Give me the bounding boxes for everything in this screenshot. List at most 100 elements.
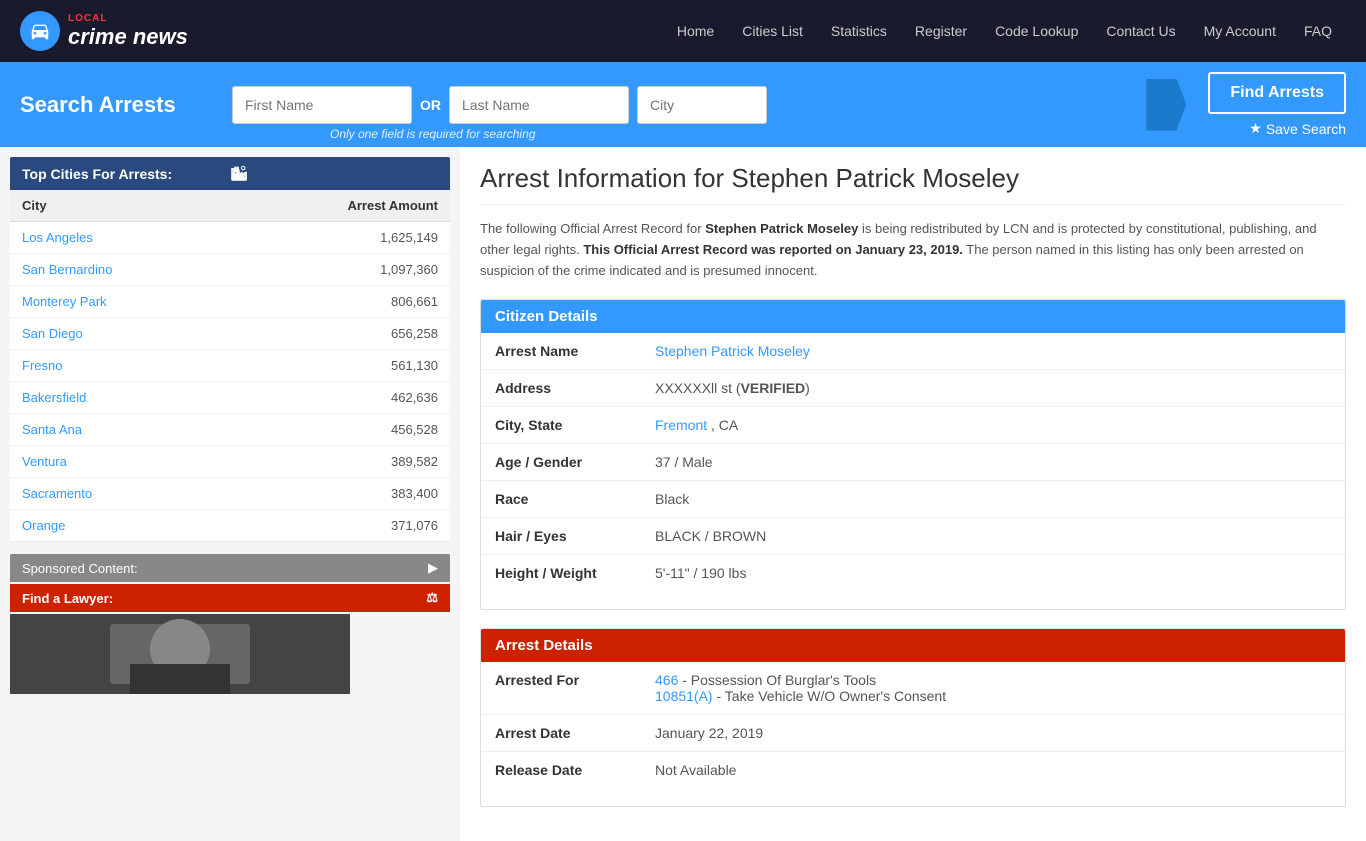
city-skyline-icon: 🏙 xyxy=(230,165,438,182)
play-icon: ▶ xyxy=(428,560,438,576)
city-link[interactable]: Orange xyxy=(22,518,65,533)
sidebar: Top Cities For Arrests: 🏙 City Arrest Am… xyxy=(0,147,460,841)
arrest-details-header: Arrest Details xyxy=(481,629,1345,662)
address-value: XXXXXXll st (VERIFIED) xyxy=(641,370,1345,407)
scales-icon: ⚖ xyxy=(426,590,438,606)
city-amount: 456,528 xyxy=(230,414,450,446)
hair-eyes-label: Hair / Eyes xyxy=(481,518,641,555)
nav-faq[interactable]: FAQ xyxy=(1290,0,1346,62)
city-amount: 1,625,149 xyxy=(230,222,450,254)
search-inputs: OR xyxy=(232,86,1124,124)
release-date-label: Release Date xyxy=(481,752,641,789)
citizen-details-block: Citizen Details Arrest Name Stephen Patr… xyxy=(480,299,1346,610)
logo-brand: crime news xyxy=(68,24,188,49)
cities-table: City Arrest Amount Los Angeles 1,625,149… xyxy=(10,190,450,542)
city-link[interactable]: Bakersfield xyxy=(22,390,86,405)
height-weight-label: Height / Weight xyxy=(481,555,641,592)
verified-text: VERIFIED xyxy=(741,380,806,396)
city-input[interactable] xyxy=(637,86,767,124)
city-link[interactable]: Monterey Park xyxy=(22,294,107,309)
save-search-label: Save Search xyxy=(1266,121,1346,137)
car-icon xyxy=(29,20,51,42)
report-date-text: This Official Arrest Record was reported… xyxy=(583,242,963,257)
charge2-code-link[interactable]: 10851(A) xyxy=(655,688,713,704)
star-icon: ★ xyxy=(1249,120,1262,137)
nav-my-account[interactable]: My Account xyxy=(1190,0,1290,62)
hair-eyes-value: BLACK / BROWN xyxy=(641,518,1345,555)
charge1-desc: - Possession Of Burglar's Tools xyxy=(682,672,876,688)
top-cities-label: Top Cities For Arrests: xyxy=(22,166,230,182)
age-gender-value: 37 / Male xyxy=(641,444,1345,481)
navbar: LOCAL crime news Home Cities List Statis… xyxy=(0,0,1366,62)
logo-local: LOCAL xyxy=(68,13,188,24)
city-amount: 806,661 xyxy=(230,286,450,318)
state-value: , CA xyxy=(711,417,738,433)
nav-statistics[interactable]: Statistics xyxy=(817,0,901,62)
city-link[interactable]: San Diego xyxy=(22,326,83,341)
charge1-code-link[interactable]: 466 xyxy=(655,672,678,688)
race-value: Black xyxy=(641,481,1345,518)
city-link[interactable]: Santa Ana xyxy=(22,422,82,437)
amount-col-header: Arrest Amount xyxy=(230,190,450,222)
arrested-for-label: Arrested For xyxy=(481,662,641,715)
table-row: Release Date Not Available xyxy=(481,752,1345,789)
main-layout: Top Cities For Arrests: 🏙 City Arrest Am… xyxy=(0,147,1366,841)
nav-code-lookup[interactable]: Code Lookup xyxy=(981,0,1092,62)
city-state-label: City, State xyxy=(481,407,641,444)
city-name: San Diego xyxy=(10,318,230,350)
table-row: Arrested For 466 - Possession Of Burglar… xyxy=(481,662,1345,715)
arrest-name-label: Arrest Name xyxy=(481,333,641,370)
city-name: Santa Ana xyxy=(10,414,230,446)
nav-home[interactable]: Home xyxy=(663,0,728,62)
city-name: Sacramento xyxy=(10,478,230,510)
nav-contact-us[interactable]: Contact Us xyxy=(1092,0,1189,62)
table-row: Santa Ana 456,528 xyxy=(10,414,450,446)
table-row: Fresno 561,130 xyxy=(10,350,450,382)
table-row: Monterey Park 806,661 xyxy=(10,286,450,318)
save-search-button[interactable]: ★ Save Search xyxy=(1249,120,1346,137)
city-link[interactable]: Ventura xyxy=(22,454,67,469)
lawyer-image-svg xyxy=(10,614,350,694)
arrest-page-title: Arrest Information for Stephen Patrick M… xyxy=(480,163,1346,205)
top-cities-header: Top Cities For Arrests: 🏙 xyxy=(10,157,450,190)
arrest-details-block: Arrest Details Arrested For 466 - Posses… xyxy=(480,628,1346,807)
search-bar: Search Arrests OR Find Arrests ★ Save Se… xyxy=(0,62,1366,147)
city-amount: 1,097,360 xyxy=(230,254,450,286)
logo-icon xyxy=(20,11,60,51)
last-name-input[interactable] xyxy=(449,86,629,124)
arrest-intro: The following Official Arrest Record for… xyxy=(480,219,1346,281)
city-amount: 383,400 xyxy=(230,478,450,510)
subject-name-intro: Stephen Patrick Moseley xyxy=(705,221,858,236)
arrest-details-table: Arrested For 466 - Possession Of Burglar… xyxy=(481,662,1345,788)
arrest-name-link[interactable]: Stephen Patrick Moseley xyxy=(655,343,810,359)
city-link[interactable]: San Bernardino xyxy=(22,262,112,277)
city-amount: 371,076 xyxy=(230,510,450,542)
table-row: Bakersfield 462,636 xyxy=(10,382,450,414)
city-link[interactable]: Los Angeles xyxy=(22,230,93,245)
table-row: Arrest Name Stephen Patrick Moseley xyxy=(481,333,1345,370)
nav-cities-list[interactable]: Cities List xyxy=(728,0,817,62)
table-row: City, State Fremont , CA xyxy=(481,407,1345,444)
search-actions: Find Arrests ★ Save Search xyxy=(1208,72,1346,137)
first-name-input[interactable] xyxy=(232,86,412,124)
find-lawyer-banner[interactable]: Find a Lawyer: ⚖ xyxy=(10,584,450,612)
city-name: San Bernardino xyxy=(10,254,230,286)
find-arrests-button[interactable]: Find Arrests xyxy=(1208,72,1346,114)
city-state-value: Fremont , CA xyxy=(641,407,1345,444)
logo[interactable]: LOCAL crime news xyxy=(20,11,188,51)
table-row: Height / Weight 5'-11" / 190 lbs xyxy=(481,555,1345,592)
table-row: Orange 371,076 xyxy=(10,510,450,542)
city-name: Ventura xyxy=(10,446,230,478)
sponsored-label: Sponsored Content: xyxy=(22,561,138,576)
city-link[interactable]: Fresno xyxy=(22,358,62,373)
city-link[interactable]: Sacramento xyxy=(22,486,92,501)
nav-register[interactable]: Register xyxy=(901,0,981,62)
city-amount: 561,130 xyxy=(230,350,450,382)
arrest-name-value: Stephen Patrick Moseley xyxy=(641,333,1345,370)
table-row: Hair / Eyes BLACK / BROWN xyxy=(481,518,1345,555)
arrow-connector xyxy=(1146,79,1186,131)
city-link[interactable]: Fremont xyxy=(655,417,707,433)
table-row: Ventura 389,582 xyxy=(10,446,450,478)
search-title: Search Arrests xyxy=(20,92,220,118)
table-row: Address XXXXXXll st (VERIFIED) xyxy=(481,370,1345,407)
